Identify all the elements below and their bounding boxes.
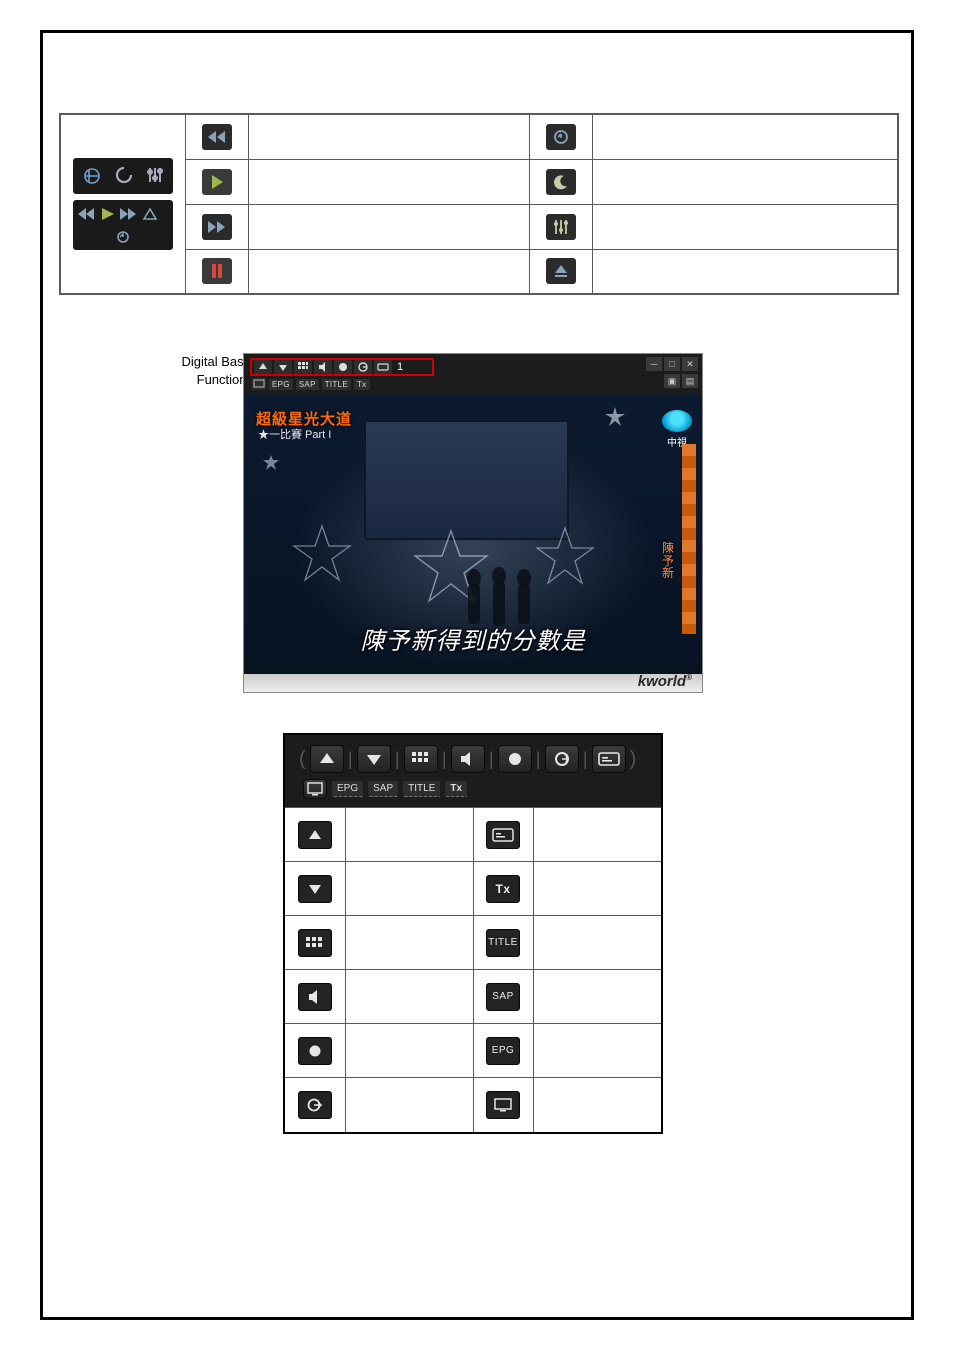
tx-chip[interactable]: Tx [445,781,467,797]
rewind-icon-cell [186,114,249,159]
grid-icon[interactable] [298,929,332,957]
panel-thumb-2 [73,200,173,250]
show-subtitle: ★一比賽 Part I [258,426,331,442]
title-icon[interactable]: TITLE [486,929,520,957]
contestant-name: 陳予新 [662,542,678,580]
eject-icon[interactable] [546,258,576,284]
snapshot-icon[interactable]: ▤ [682,374,698,388]
minimize-icon[interactable]: ─ [646,357,662,371]
sap-chip[interactable]: SAP [296,379,319,390]
table-row: TITLE [285,916,661,970]
toolbar-highlight: 1 [250,358,434,376]
timeshift-icon[interactable] [545,745,579,773]
stage-screen [364,420,569,540]
fastforward-desc [249,204,530,249]
side-strip [682,444,696,634]
sleep-icon[interactable] [546,169,576,195]
record-icon[interactable] [298,1037,332,1065]
close-icon[interactable]: ✕ [682,357,698,371]
channel-up-icon[interactable] [254,360,272,374]
caption-icon[interactable] [592,745,626,773]
mute-icon[interactable] [314,360,332,374]
screenshot-titlebar: 1 EPG SAP TITLE Tx ─ □ ✕ ▣ ▤ [244,354,702,394]
playback-controls-table [59,113,899,295]
digital-functions-table: ( | | | | | | ) EPG SAP TITLE [283,733,663,1134]
caption-icon[interactable] [374,360,392,374]
caption-icon[interactable] [486,821,520,849]
table-row: SAP [285,970,661,1024]
title-chip[interactable]: TITLE [403,781,440,797]
fastforward-icon-cell [186,204,249,249]
toolbar-row2: EPG SAP TITLE Tx [252,378,370,390]
table-row: Tx [285,862,661,916]
table2-banner: ( | | | | | | ) EPG SAP TITLE [285,735,661,807]
app-screenshot: 1 EPG SAP TITLE Tx ─ □ ✕ ▣ ▤ 超級星光大道 ★ [243,353,703,693]
sap-chip[interactable]: SAP [368,781,398,797]
section-label: Digital Basic Functions [133,353,253,389]
record-icon[interactable] [334,360,352,374]
tx-icon[interactable]: Tx [486,875,520,903]
pause-desc [249,249,530,294]
timeshift-icon[interactable] [298,1091,332,1119]
replay-desc [592,114,898,159]
sleep-icon-cell [529,159,592,204]
equalizer-icon[interactable] [546,214,576,240]
replay-icon[interactable] [546,124,576,150]
epg-chip[interactable]: EPG [269,379,293,390]
fastforward-icon[interactable] [202,214,232,240]
brand-label: kworld® [638,673,692,690]
rewind-icon[interactable] [202,124,232,150]
channel-number: 1 [397,361,403,373]
sleep-desc [592,159,898,204]
channel-down-icon[interactable] [298,875,332,903]
play-icon-cell [186,159,249,204]
panel-thumbnails-cell [60,114,186,294]
play-desc [249,159,530,204]
equalizer-desc [592,204,898,249]
play-icon[interactable] [202,169,232,195]
rewind-desc [249,114,530,159]
replay-icon-cell [529,114,592,159]
epg-icon[interactable]: EPG [486,1037,520,1065]
video-subtitle: 陳予新得到的分數是 [244,621,702,656]
screenshot-bottombar: kworld® [244,674,702,692]
grid-icon[interactable] [404,745,438,773]
grid-icon[interactable] [294,360,312,374]
eject-desc [592,249,898,294]
panel-thumb-1 [73,158,173,194]
table-row [285,808,661,862]
tx-chip[interactable]: Tx [354,379,370,390]
pause-icon-cell [186,249,249,294]
epg-chip[interactable]: EPG [332,781,363,797]
pin-icon[interactable]: ▣ [664,374,680,388]
timeshift-icon[interactable] [354,360,372,374]
mute-icon[interactable] [298,983,332,1011]
display-icon[interactable] [303,779,327,799]
record-icon[interactable] [498,745,532,773]
table-row [285,1078,661,1132]
title-chip[interactable]: TITLE [322,379,351,390]
maximize-icon[interactable]: □ [664,357,680,371]
equalizer-icon-cell [529,204,592,249]
screenshot-body: 超級星光大道 ★一比賽 Part I 中視 陳予新 [244,394,702,674]
channel-down-icon[interactable] [357,745,391,773]
display-icon[interactable] [486,1091,520,1119]
channel-down-icon[interactable] [274,360,292,374]
window-controls: ─ □ ✕ [646,357,698,371]
eject-icon-cell [529,249,592,294]
channel-up-icon[interactable] [310,745,344,773]
mute-icon[interactable] [451,745,485,773]
table-row: EPG [285,1024,661,1078]
display-icon[interactable] [252,378,266,390]
channel-up-icon[interactable] [298,821,332,849]
pause-icon[interactable] [202,258,232,284]
sap-icon[interactable]: SAP [486,983,520,1011]
